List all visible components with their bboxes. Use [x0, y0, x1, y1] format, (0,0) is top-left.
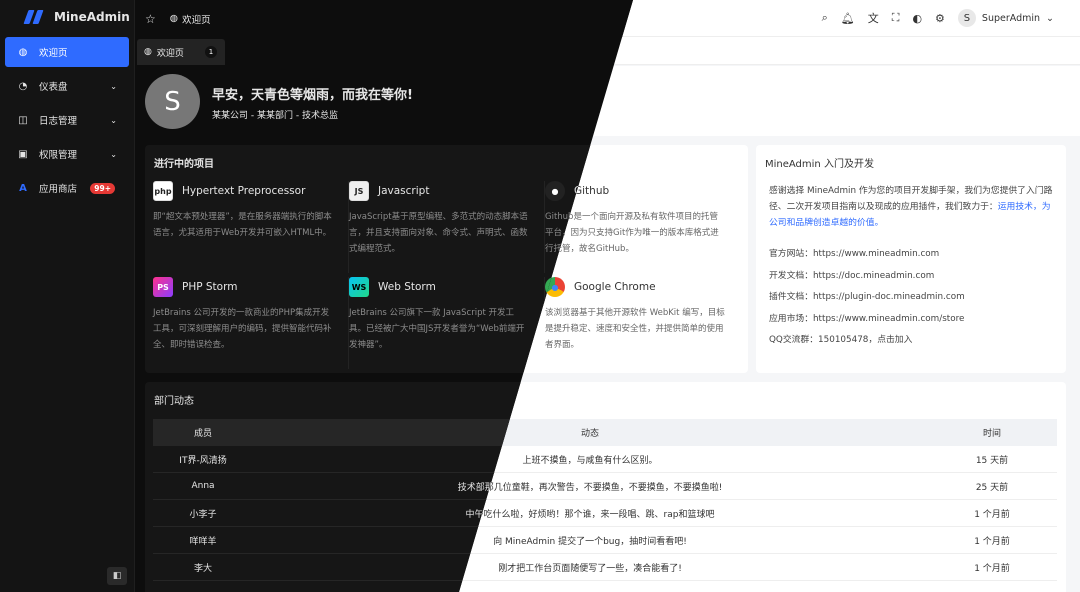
- sidebar-collapse-icon: ◧: [112, 571, 122, 581]
- docs-link[interactable]: 开发文档：https://doc.mineadmin.com: [769, 268, 965, 290]
- mineadmin-logo-icon: [23, 10, 46, 24]
- sidebar-item-label: 仪表盘: [39, 82, 68, 93]
- intro-text: 感谢选择 MineAdmin 作为您的项目开发脚手架，我们为您提供了入门路径、二…: [769, 183, 1059, 231]
- member-cell: Anna: [191, 481, 215, 491]
- tab-welcome[interactable]: ◍ 欢迎页 1: [137, 39, 225, 65]
- project-item[interactable]: ●Google Chrome 该浏览器基于其他开源软件 WebKit 编写，目标…: [545, 277, 741, 369]
- project-item[interactable]: PS PHP Storm JetBrains 公司开发的一款商业的PHP集成开发工…: [153, 277, 349, 369]
- gauge-icon: ◔: [18, 80, 28, 92]
- project-name: PHP Storm: [182, 281, 238, 293]
- sidebar-item-label: 欢迎页: [39, 48, 68, 59]
- avatar: S: [145, 74, 200, 129]
- sidebar-item-label: 应用商店: [39, 184, 78, 195]
- project-desc: 即“超文本预处理器”，是在服务器端执行的脚本语言，尤其适用于Web开发并可嵌入H…: [153, 212, 332, 238]
- project-desc: JetBrains 公司旗下一款 JavaScript 开发工具。已经被广大中国…: [349, 308, 525, 350]
- sidebar-item-label: 日志管理: [39, 116, 78, 127]
- project-name: Google Chrome: [574, 281, 656, 293]
- project-desc: JetBrains 公司开发的一款商业的PHP集成开发工具，可深刻理解用户的编码…: [153, 308, 332, 350]
- intro-card: MineAdmin 入门及开发 感谢选择 MineAdmin 作为您的项目开发脚…: [756, 145, 1066, 373]
- project-name: Github: [574, 185, 610, 197]
- chevron-down-icon: ⌄: [110, 81, 117, 91]
- project-name: Javascript: [378, 185, 430, 197]
- member-cell: 小李子: [189, 509, 217, 520]
- sidebar-menu: ◍ 欢迎页 ◔ 仪表盘 ⌄ ◫ 日志管理 ⌄ ▣ 权限管理 ⌄ A 应用商店 9: [0, 37, 134, 203]
- phpstorm-icon: PS: [153, 277, 173, 297]
- plugin-docs-link[interactable]: 插件文档：https://plugin-doc.mineadmin.com: [769, 289, 965, 311]
- card-title: 部门动态: [154, 396, 194, 407]
- sidebar-item-logs[interactable]: ◫ 日志管理 ⌄: [5, 105, 129, 135]
- sidebar-item-app-store[interactable]: A 应用商店 99+: [5, 173, 129, 203]
- breadcrumb-label: 欢迎页: [182, 14, 211, 26]
- chevron-down-icon: ⌄: [110, 149, 117, 159]
- user-menu[interactable]: S SuperAdmin ⌄: [957, 9, 1054, 27]
- project-item[interactable]: JS Javascript JavaScript基于原型编程、多范式的动态脚本语言…: [349, 181, 545, 273]
- php-icon: php: [153, 181, 173, 201]
- sidebar-item-welcome[interactable]: ◍ 欢迎页: [5, 37, 129, 67]
- dashboard-icon: ◍: [18, 46, 28, 58]
- star-icon[interactable]: ☆: [145, 12, 156, 26]
- store-link[interactable]: 应用市场：https://www.mineadmin.com/store: [769, 311, 965, 333]
- app-logo[interactable]: MineAdmin: [0, 0, 134, 34]
- time-cell: 25 天前: [975, 482, 1009, 493]
- member-cell: IT界-风清扬: [179, 455, 227, 466]
- count-badge: 99+: [90, 182, 115, 194]
- card-title: 进行中的项目: [154, 159, 214, 170]
- lock-icon: ▣: [18, 148, 28, 160]
- column-header: 时间: [982, 429, 1001, 439]
- avatar: S: [957, 9, 976, 27]
- fullscreen-icon[interactable]: ⛶: [892, 11, 900, 25]
- sidebar-item-label: 权限管理: [39, 150, 78, 161]
- project-desc: 该浏览器基于其他开源软件 WebKit 编写，目标是提升稳定、速度和安全性，并提…: [545, 308, 725, 350]
- dashboard-icon: ◍: [144, 47, 152, 57]
- dashboard-icon: ◍: [169, 13, 179, 24]
- time-cell: 15 天前: [975, 455, 1009, 466]
- toolbar: ⌕ 🔔︎ 文 ⛶ ◐ ⚙ S SuperAdmin ⌄: [822, 9, 1054, 27]
- time-cell: 1 个月前: [974, 509, 1010, 520]
- member-cell: 咩咩羊: [189, 536, 217, 547]
- store-icon: A: [19, 182, 27, 194]
- greeting: 早安，天青色等烟雨，而我在等你!: [212, 88, 413, 103]
- app-name: MineAdmin: [54, 10, 130, 24]
- user-name: SuperAdmin: [981, 12, 1041, 24]
- member-cell: 李大: [193, 563, 212, 574]
- card-title: MineAdmin 入门及开发: [765, 159, 874, 170]
- theme-icon[interactable]: ◐: [912, 12, 922, 25]
- project-item[interactable]: WS Web Storm JetBrains 公司旗下一款 JavaScript …: [349, 277, 545, 369]
- column-header: 成员: [193, 429, 212, 439]
- javascript-icon: JS: [349, 181, 369, 201]
- project-name: Hypertext Preprocessor: [182, 185, 306, 197]
- sidebar-item-dashboard[interactable]: ◔ 仪表盘 ⌄: [5, 71, 129, 101]
- project-desc: JavaScript基于原型编程、多范式的动态脚本语言，并且支持面向对象、命令式…: [349, 212, 528, 254]
- time-cell: 1 个月前: [974, 563, 1010, 574]
- sidebar-item-permissions[interactable]: ▣ 权限管理 ⌄: [5, 139, 129, 169]
- breadcrumb: ◍ 欢迎页: [170, 12, 211, 26]
- intro-links: 官方网站：https://www.mineadmin.com 开发文档：http…: [769, 246, 965, 354]
- sidebar-collapse-button[interactable]: ◧: [107, 567, 127, 585]
- settings-icon[interactable]: ⚙: [935, 12, 945, 25]
- project-desc: Github是一个面向开源及私有软件项目的托管平台，因为只支持Git作为唯一的版…: [545, 212, 719, 254]
- search-icon[interactable]: ⌕: [822, 11, 828, 25]
- log-icon: ◫: [18, 114, 28, 126]
- chevron-down-icon: ⌄: [1046, 12, 1054, 24]
- qq-group-link[interactable]: QQ交流群：150105478，点击加入: [769, 332, 965, 354]
- project-item[interactable]: php Hypertext Preprocessor 即“超文本预处理器”，是在服…: [153, 181, 349, 273]
- github-icon: ●: [545, 181, 565, 201]
- bell-icon[interactable]: 🔔︎: [841, 12, 855, 25]
- tab-label: 欢迎页: [156, 48, 184, 59]
- webstorm-icon: WS: [349, 277, 369, 297]
- chevron-down-icon: ⌄: [110, 115, 117, 125]
- sidebar: MineAdmin ◍ 欢迎页 ◔ 仪表盘 ⌄ ◫ 日志管理 ⌄ ▣ 权限管理 …: [0, 0, 135, 592]
- translate-icon[interactable]: 文: [868, 10, 879, 26]
- website-link[interactable]: 官方网站：https://www.mineadmin.com: [769, 246, 965, 268]
- project-name: Web Storm: [378, 281, 436, 293]
- org-path: 某某公司 - 某某部门 - 技术总监: [212, 111, 338, 121]
- tab-count-badge: 1: [205, 46, 217, 58]
- time-cell: 1 个月前: [974, 536, 1010, 547]
